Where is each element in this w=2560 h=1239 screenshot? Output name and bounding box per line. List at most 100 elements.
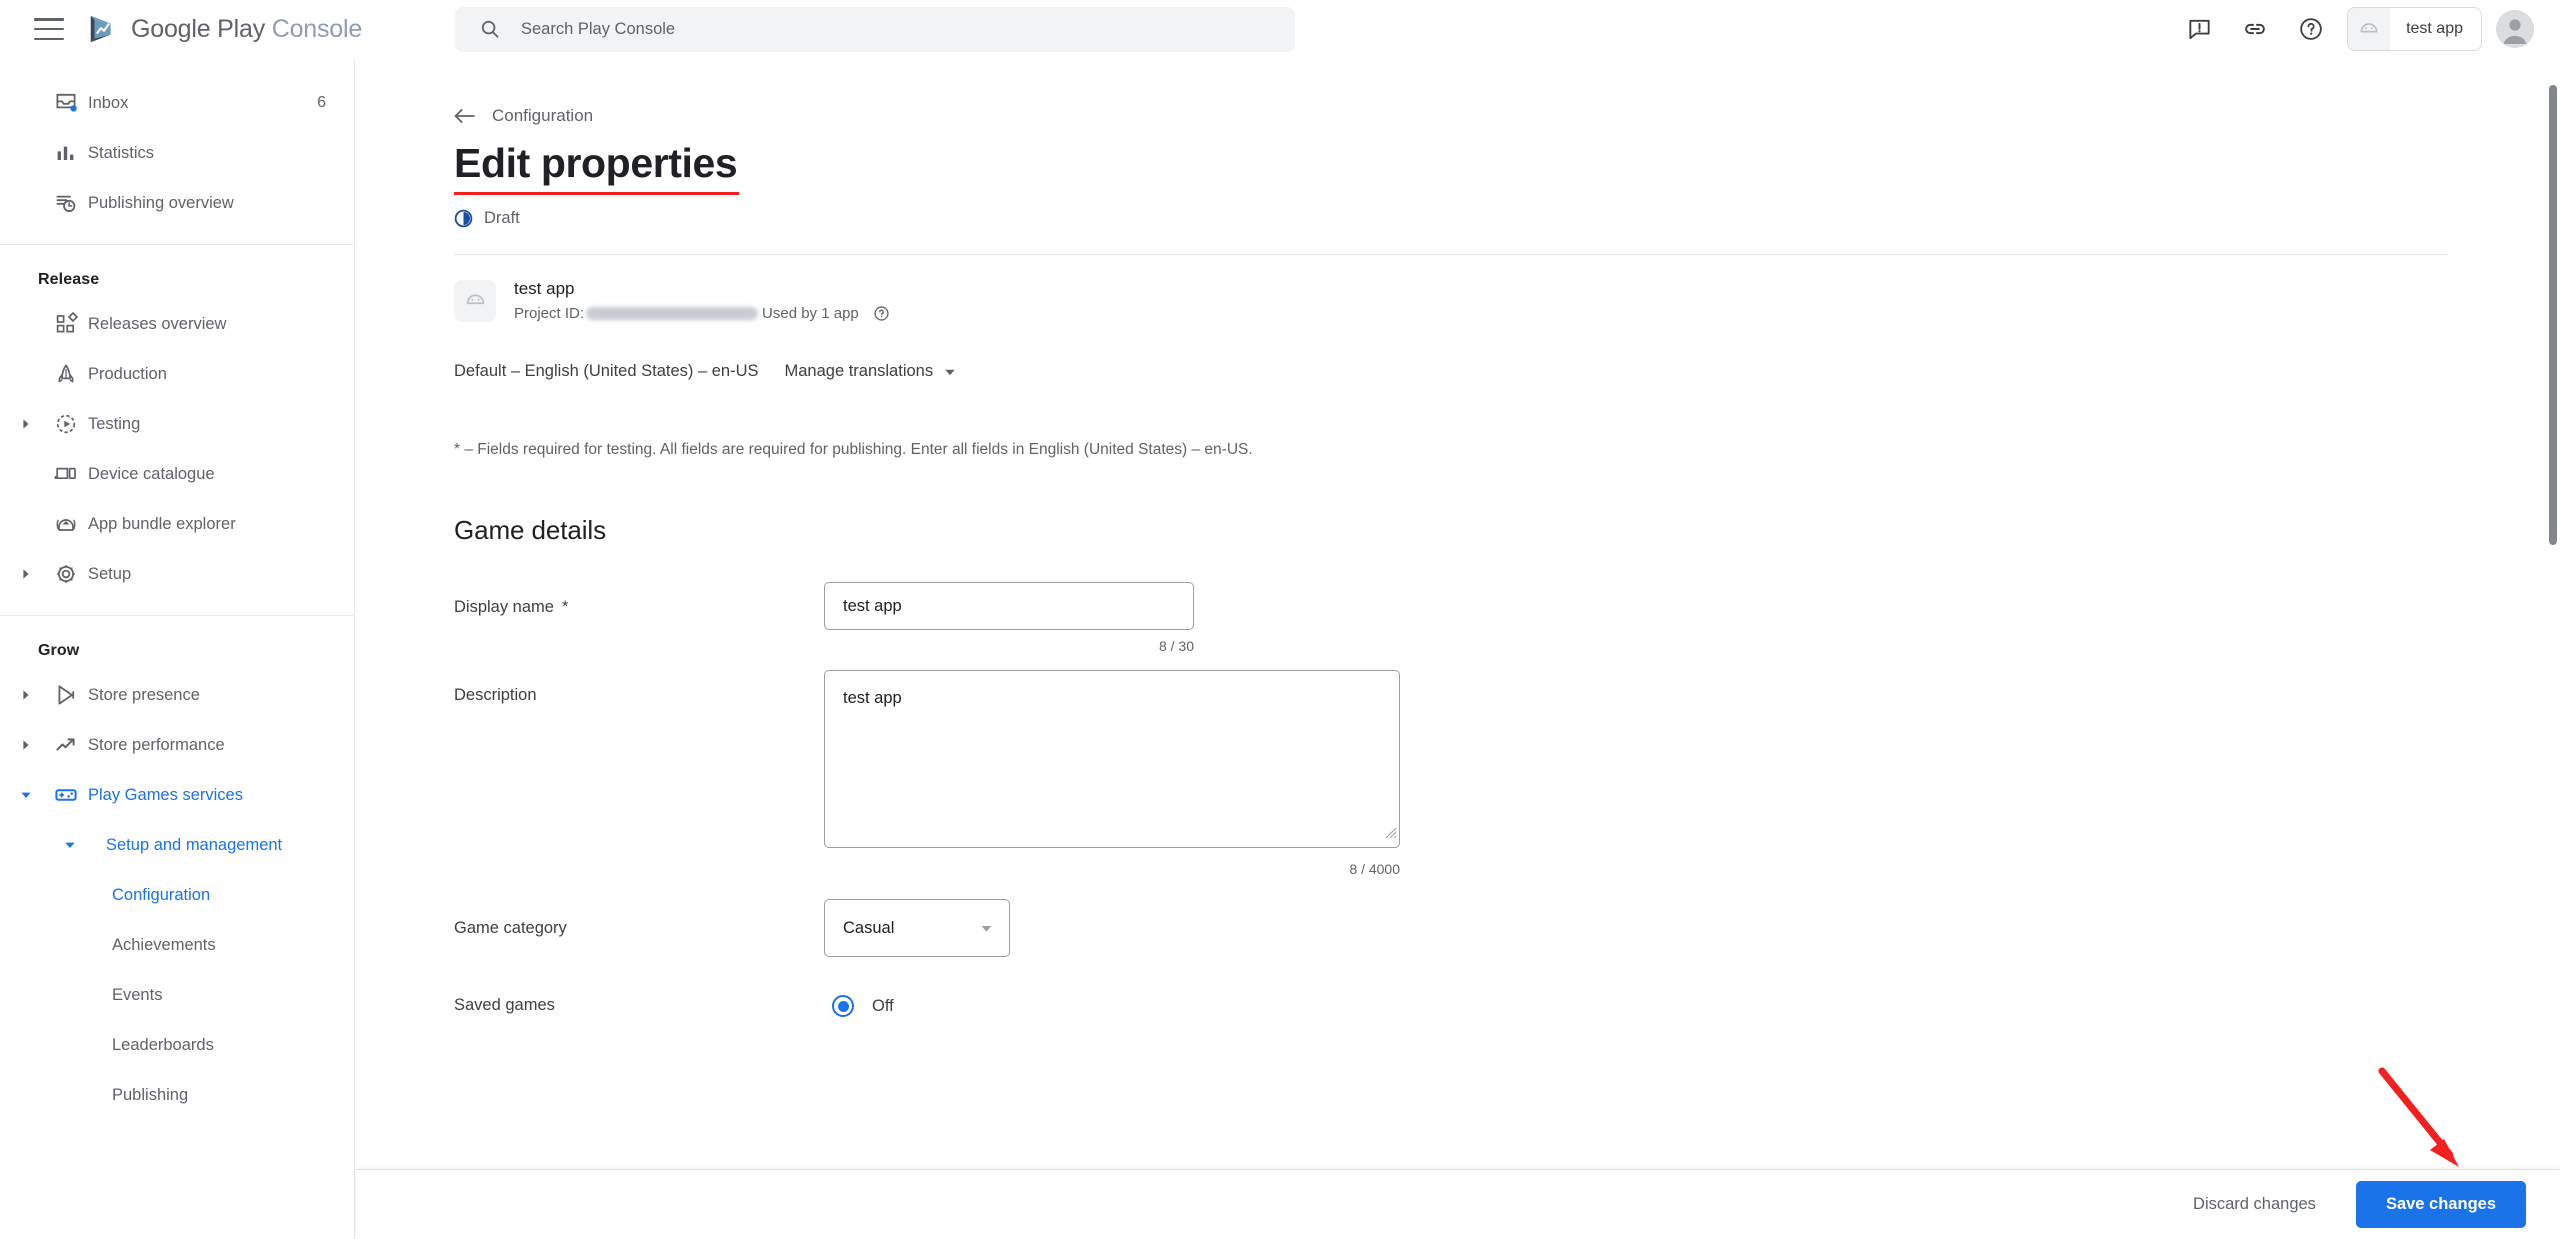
chevron-down-icon[interactable]: [8, 789, 44, 801]
main-menu-icon[interactable]: [34, 18, 64, 40]
sidebar-item-label: Device catalogue: [88, 464, 215, 483]
field-saved-games: Saved games Off: [454, 987, 2546, 1018]
search-box[interactable]: [455, 6, 1295, 52]
sidebar-item-label: Testing: [88, 414, 141, 433]
sidebar-item-publishing-overview[interactable]: Publishing overview: [0, 178, 354, 228]
search-area: [455, 0, 1295, 58]
used-by-label: Used by 1 app: [762, 305, 859, 323]
play-console-page: Google Play Console Search Play Console …: [0, 0, 2560, 1239]
sidebar-item-app-bundle-explorer[interactable]: App bundle explorer: [0, 499, 354, 549]
saved-games-label: Saved games: [454, 996, 555, 1015]
sidebar-item-label: Production: [88, 364, 167, 383]
app-links-button[interactable]: [2227, 1, 2283, 57]
sidebar-item-label: Releases overview: [88, 314, 227, 333]
manage-translations-label: Manage translations: [784, 362, 934, 381]
project-id-label: Project ID:: [514, 305, 585, 323]
sidebar-section-release: Release: [38, 271, 100, 288]
statistics-icon: [44, 141, 88, 165]
sidebar-item-setup[interactable]: Setup: [0, 549, 354, 599]
sidebar-item-setup-and-management[interactable]: Setup and management: [0, 820, 354, 870]
left-sidebar: Inbox 6 Statistics Publishing overview R…: [0, 58, 355, 1239]
sidebar-item-label: Statistics: [88, 143, 155, 162]
main-content: Configuration Edit properties Draft test…: [356, 58, 2546, 1239]
used-by-help-icon[interactable]: [873, 305, 890, 322]
project-id-redacted-value: [586, 307, 759, 321]
chevron-right-icon[interactable]: [8, 689, 44, 701]
android-head-icon: [2360, 23, 2378, 33]
app-meta: Project ID: Used by 1 app: [514, 305, 890, 322]
chevron-down-icon: [981, 925, 992, 932]
sidebar-item-play-games-services[interactable]: Play Games services: [0, 770, 354, 820]
app-icon: [454, 279, 496, 322]
setup-gear-icon: [44, 562, 88, 586]
display-name-input[interactable]: [824, 582, 1194, 631]
description-textarea[interactable]: [824, 670, 1400, 849]
sidebar-item-inbox[interactable]: Inbox 6: [0, 78, 354, 128]
display-name-label-text: Display name: [454, 598, 554, 617]
language-row: Default – English (United States) – en-U…: [454, 362, 2546, 381]
default-language-label: Default – English (United States) – en-U…: [454, 362, 759, 381]
sidebar-item-leaderboards[interactable]: Leaderboards: [0, 1020, 354, 1070]
arrow-left-icon: [454, 109, 475, 123]
saved-games-radio-group: Off: [832, 987, 894, 1018]
sidebar-item-releases-overview[interactable]: Releases overview: [0, 299, 354, 349]
sidebar-item-store-performance[interactable]: Store performance: [0, 720, 354, 770]
app-info-texts: test app Project ID: Used by 1 app: [514, 279, 890, 322]
app-bundle-explorer-icon: [44, 512, 88, 536]
sidebar-item-events[interactable]: Events: [0, 970, 354, 1020]
title-highlight-annotation: [454, 192, 739, 196]
sidebar-item-testing[interactable]: Testing: [0, 399, 354, 449]
inbox-badge-count: 6: [317, 94, 326, 111]
sidebar-item-configuration[interactable]: Configuration: [0, 870, 354, 920]
help-button[interactable]: [2283, 1, 2339, 57]
sidebar-item-achievements[interactable]: Achievements: [0, 920, 354, 970]
sidebar-item-label: Setup: [88, 564, 132, 583]
brand-title: Google Play Console: [131, 15, 362, 44]
page-scrollbar-track[interactable]: [2546, 0, 2560, 1239]
content-scroll-region: Configuration Edit properties Draft test…: [356, 106, 2546, 1018]
app-switcher-label: test app: [2406, 20, 2463, 37]
sidebar-item-label: Setup and management: [106, 835, 283, 854]
sidebar-item-production[interactable]: Production: [0, 349, 354, 399]
description-label: Description: [454, 686, 537, 705]
sidebar-item-statistics[interactable]: Statistics: [0, 128, 354, 178]
top-bar-actions: test app: [2171, 0, 2534, 58]
manage-translations-button[interactable]: Manage translations: [785, 362, 957, 381]
saved-games-radio-off[interactable]: [832, 995, 854, 1018]
app-switcher-button[interactable]: test app: [2347, 7, 2482, 51]
divider: [454, 254, 2448, 256]
feedback-button[interactable]: [2171, 1, 2227, 57]
display-name-control: 8 / 30: [824, 582, 1194, 654]
required-fields-note: * – Fields required for testing. All fie…: [454, 441, 1253, 459]
releases-overview-icon: [44, 312, 88, 336]
field-display-name: Display name * 8 / 30: [454, 582, 2546, 654]
app-thumbnail: [2348, 8, 2391, 50]
avatar[interactable]: [2496, 10, 2534, 48]
chevron-right-icon[interactable]: [8, 418, 44, 430]
status-badge: Draft: [454, 209, 2546, 228]
game-category-select[interactable]: Casual: [824, 899, 1010, 958]
production-icon: [44, 362, 88, 386]
sidebar-item-device-catalogue[interactable]: Device catalogue: [0, 449, 354, 499]
inbox-icon: [44, 91, 88, 115]
sidebar-item-label: Configuration: [112, 885, 211, 904]
save-changes-button[interactable]: Save changes: [2355, 1181, 2526, 1228]
page-scrollbar-thumb[interactable]: [2549, 85, 2557, 545]
sidebar-item-label: Store performance: [88, 735, 225, 754]
chevron-right-icon[interactable]: [8, 739, 44, 751]
brand-secondary: Console: [271, 14, 363, 43]
store-performance-icon: [44, 733, 88, 757]
brand-logo-link[interactable]: Google Play Console: [86, 12, 362, 46]
discard-changes-button[interactable]: Discard changes: [2171, 1183, 2338, 1226]
chevron-right-icon[interactable]: [8, 568, 44, 580]
sidebar-item-publishing[interactable]: Publishing: [0, 1070, 354, 1120]
feedback-icon: [2188, 19, 2210, 39]
sidebar-item-label: Publishing: [112, 1085, 189, 1104]
brand-primary: Google Play: [131, 14, 265, 43]
breadcrumb[interactable]: Configuration: [454, 106, 593, 126]
page-title-wrap: Edit properties: [454, 140, 739, 196]
search-input[interactable]: [519, 18, 1179, 40]
sidebar-item-store-presence[interactable]: Store presence: [0, 670, 354, 720]
chevron-down-icon[interactable]: [52, 839, 88, 851]
game-category-label: Game category: [454, 919, 567, 938]
